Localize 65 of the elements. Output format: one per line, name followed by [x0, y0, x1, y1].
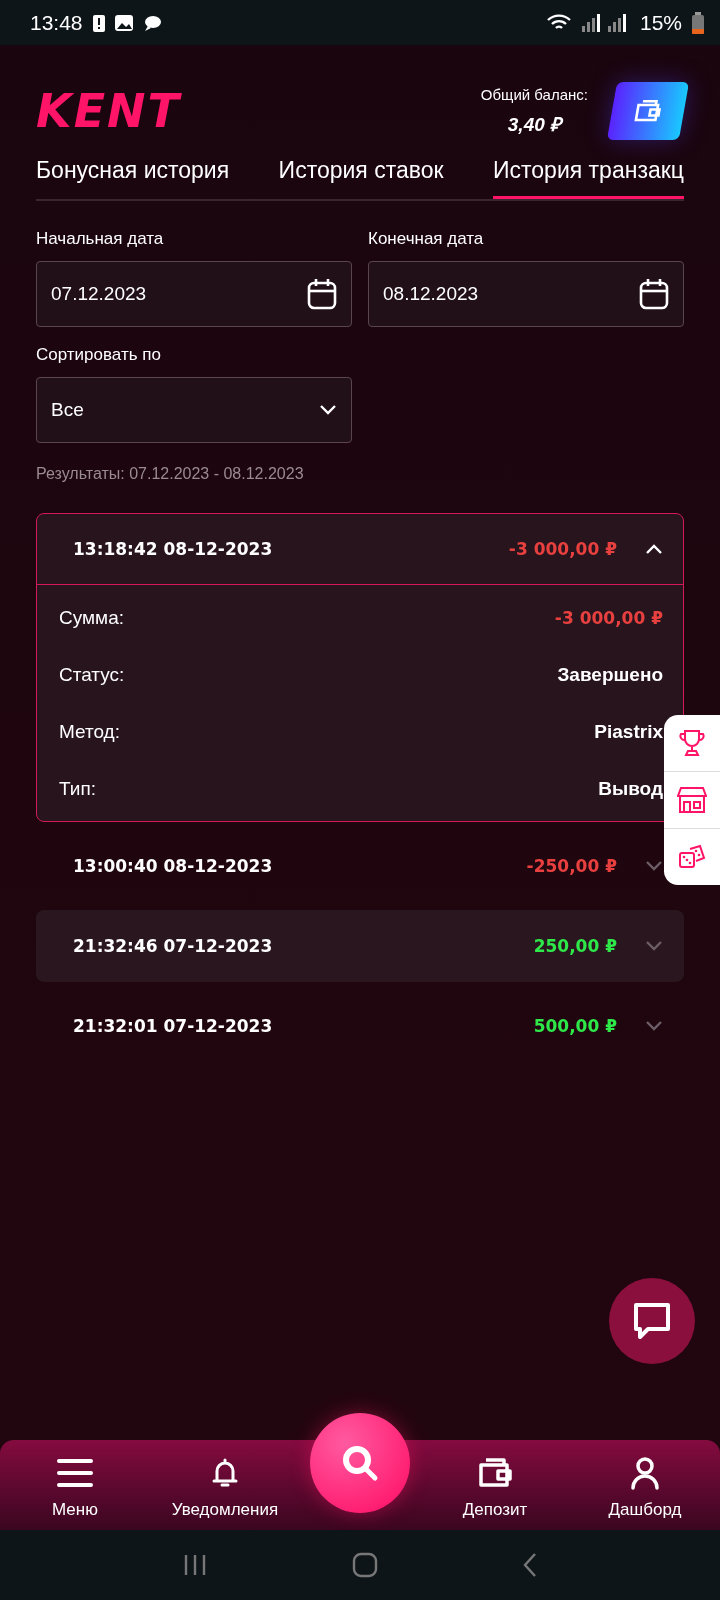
home-icon[interactable]: [352, 1552, 378, 1578]
detail-value: Завершено: [557, 663, 663, 686]
clock: 13:48: [30, 10, 83, 35]
transaction-amount: -3 000,00 ₽: [508, 539, 617, 559]
date-field[interactable]: 07.12.2023: [36, 261, 352, 327]
detail-value: -3 000,00 ₽: [554, 607, 663, 628]
dice-icon[interactable]: [678, 843, 706, 871]
nav-item[interactable]: Депозит: [420, 1450, 570, 1520]
transaction-time: 21:32:46 07-12-2023: [73, 936, 274, 956]
image-icon: [114, 14, 133, 31]
sort-select[interactable]: Все: [36, 377, 352, 443]
nav-item[interactable]: Дашборд: [570, 1450, 720, 1520]
detail-label: Метод:: [59, 720, 120, 743]
transaction-time: 13:18:42 08-12-2023: [73, 539, 274, 559]
wallet-icon: [632, 99, 664, 123]
tab[interactable]: Бонусная история: [36, 153, 230, 199]
date-field[interactable]: 08.12.2023: [368, 261, 684, 327]
tab[interactable]: История транзакц: [493, 153, 684, 199]
chevron-up-icon: [645, 543, 663, 555]
transaction-time: 13:00:40 08-12-2023: [73, 856, 274, 876]
alert-icon: [92, 13, 105, 32]
chevron-down-icon: [645, 1020, 663, 1032]
search-button[interactable]: [310, 1413, 410, 1513]
chat-icon: [632, 1301, 672, 1341]
balance-amount: 3,40 ₽: [507, 112, 562, 137]
chevron-down-icon: [319, 404, 337, 416]
detail-value: Piastrix: [594, 720, 663, 743]
chevron-down-icon: [645, 940, 663, 952]
transaction-amount: -250,00 ₽: [526, 856, 617, 876]
wallet-button[interactable]: [606, 82, 690, 140]
transaction-amount: 500,00 ₽: [533, 1016, 617, 1036]
nav-item[interactable]: Уведомления: [150, 1450, 300, 1520]
transaction-time: 21:32:01 07-12-2023: [73, 1016, 274, 1036]
field-label: Сортировать по: [36, 345, 162, 365]
shop-icon[interactable]: [677, 786, 707, 814]
tab[interactable]: История ставок: [278, 153, 444, 199]
transaction-amount: 250,00 ₽: [533, 936, 617, 956]
transaction-row[interactable]: 13:18:42 08-12-2023 -3 000,00 ₽ Сумма: -3 000,00 ₽ Статус: Завершено Метод: Piastrix Тип: Вывод: [36, 513, 684, 822]
logo[interactable]: KENT: [36, 84, 181, 138]
balance-label: Общий баланс:: [480, 85, 588, 103]
nav-item[interactable]: Меню: [0, 1450, 150, 1520]
user-icon: [630, 1456, 660, 1490]
detail-label: Сумма:: [59, 606, 124, 629]
trophy-icon[interactable]: [679, 729, 705, 757]
search-icon: [340, 1443, 380, 1483]
battery-icon: [692, 11, 704, 34]
chat-bubbles-icon: [142, 14, 161, 31]
transaction-row[interactable]: 21:32:46 07-12-2023 250,00 ₽: [36, 910, 684, 982]
back-icon[interactable]: [522, 1552, 538, 1578]
transaction-row[interactable]: 21:32:01 07-12-2023 500,00 ₽: [36, 990, 684, 1062]
recent-apps-icon[interactable]: [182, 1553, 208, 1577]
field-label: Начальная дата: [36, 229, 165, 249]
wallet-icon: [478, 1457, 512, 1489]
menu-icon: [56, 1457, 94, 1489]
bell-icon: [212, 1457, 238, 1489]
chevron-down-icon: [645, 860, 663, 872]
results-range: Результаты: 07.12.2023 - 08.12.2023: [36, 465, 304, 482]
detail-label: Статус:: [59, 663, 125, 686]
calendar-icon: [639, 278, 669, 310]
transaction-row[interactable]: 13:00:40 08-12-2023 -250,00 ₽: [36, 830, 684, 902]
battery-percent: 15%: [639, 10, 682, 35]
field-label: Конечная дата: [368, 229, 485, 249]
calendar-icon: [307, 278, 337, 310]
detail-value: Вывод: [598, 777, 663, 800]
detail-label: Тип:: [59, 777, 96, 800]
